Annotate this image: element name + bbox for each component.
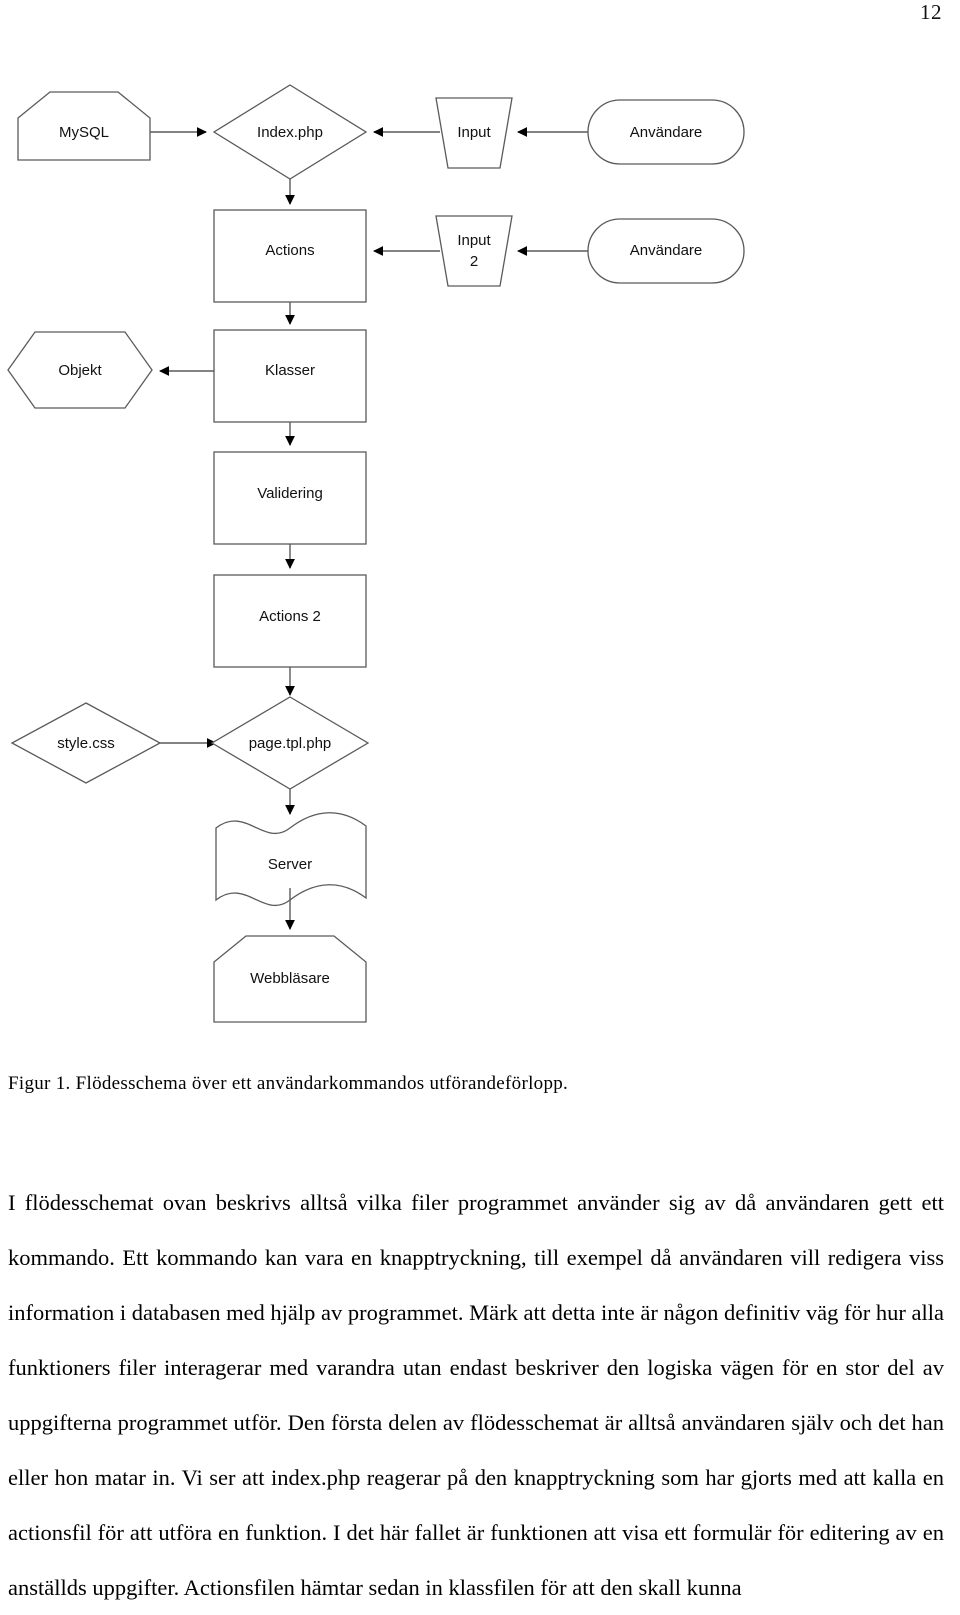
node-actions-2-label: Actions 2 bbox=[259, 608, 321, 625]
node-anvandare-1-label: Användare bbox=[630, 124, 703, 141]
node-webblasare-label: Webbläsare bbox=[250, 970, 330, 987]
node-klasser-label: Klasser bbox=[265, 362, 315, 379]
node-index-php-label: Index.php bbox=[257, 124, 323, 141]
node-input-2-sublabel: 2 bbox=[470, 253, 478, 270]
body-paragraph: I flödesschemat ovan beskrivs alltså vil… bbox=[8, 1190, 944, 1600]
node-anvandare-1: Användare bbox=[587, 99, 745, 165]
node-objekt: Objekt bbox=[7, 331, 153, 409]
node-page-tpl-php: page.tpl.php bbox=[210, 696, 370, 790]
page-number: 12 bbox=[920, 0, 942, 24]
node-actions: Actions bbox=[213, 209, 367, 303]
node-input-2-label: Input bbox=[457, 232, 491, 249]
node-actions-label: Actions bbox=[265, 242, 314, 259]
node-index-php: Index.php bbox=[212, 84, 368, 180]
node-objekt-label: Objekt bbox=[58, 362, 102, 379]
node-webblasare: Webbläsare bbox=[213, 935, 367, 1023]
node-anvandare-2-label: Användare bbox=[630, 242, 703, 259]
node-mysql-label: MySQL bbox=[59, 124, 109, 141]
flowchart-figure: MySQL Index.php Input Användare Actions … bbox=[0, 60, 960, 1050]
node-server-label: Server bbox=[268, 856, 312, 873]
node-input-2: Input 2 bbox=[435, 215, 513, 287]
node-server: Server bbox=[215, 812, 367, 907]
node-input-1: Input bbox=[435, 97, 513, 169]
node-style-css-label: style.css bbox=[57, 735, 115, 752]
node-input-1-label: Input bbox=[457, 124, 491, 141]
node-anvandare-2: Användare bbox=[587, 218, 745, 284]
body-text: I flödesschemat ovan beskrivs alltså vil… bbox=[8, 1175, 944, 1615]
node-validering: Validering bbox=[213, 451, 367, 545]
node-klasser: Klasser bbox=[213, 329, 367, 423]
node-mysql: MySQL bbox=[17, 91, 151, 161]
node-page-tpl-php-label: page.tpl.php bbox=[249, 735, 332, 752]
node-actions-2: Actions 2 bbox=[213, 574, 367, 668]
node-style-css: style.css bbox=[10, 702, 162, 784]
node-validering-label: Validering bbox=[257, 485, 323, 502]
figure-caption: Figur 1. Flödesschema över ett användark… bbox=[8, 1073, 569, 1094]
